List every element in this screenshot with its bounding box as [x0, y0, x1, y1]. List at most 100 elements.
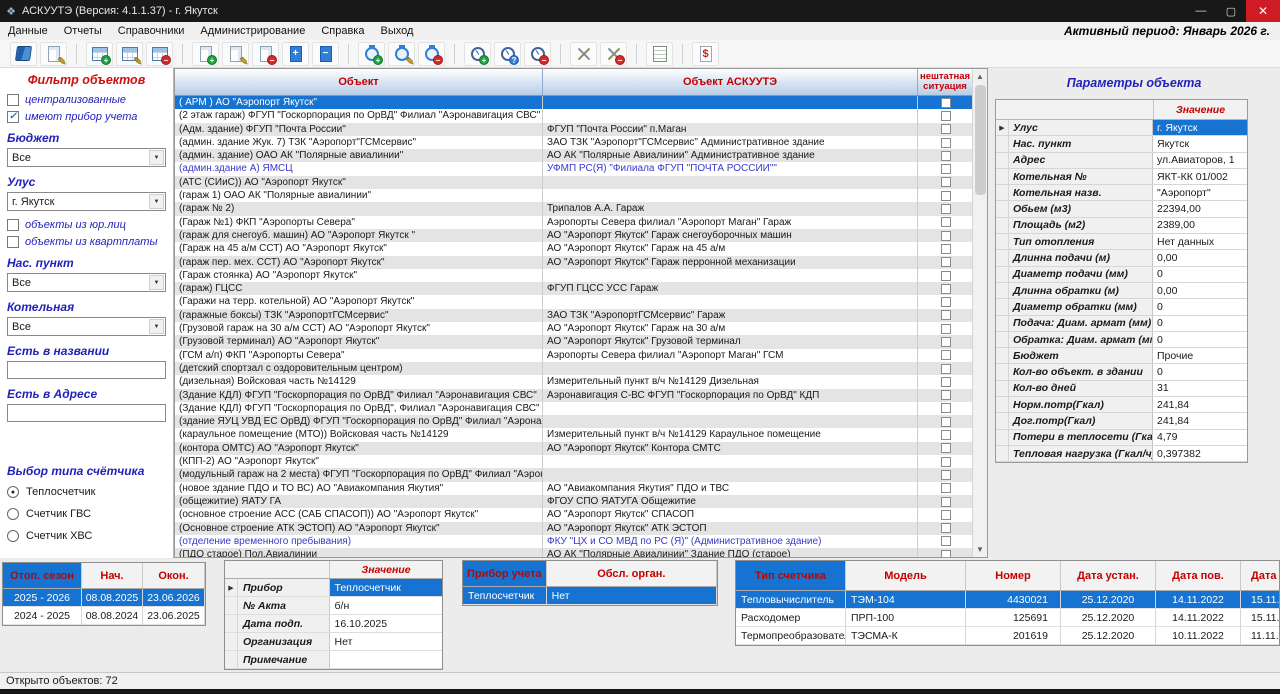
vertical-scrollbar[interactable]: ▲ ▼ — [972, 69, 987, 557]
object-row[interactable]: (гараж № 2)Трипалов А.А. Гараж — [175, 202, 987, 215]
has-meter-checkbox[interactable]: ✓ — [7, 111, 19, 123]
doc-attach-button[interactable]: + — [282, 42, 309, 66]
column-header-model[interactable]: Модель — [846, 561, 966, 590]
radio-heat-meter[interactable]: ● Теплосчетчик — [7, 486, 166, 498]
period-add-button[interactable]: + — [86, 42, 113, 66]
emergency-checkbox[interactable] — [941, 497, 951, 507]
param-value[interactable]: 0,397382 — [1153, 446, 1247, 461]
param-row[interactable]: Тип отопленияНет данных — [996, 234, 1247, 250]
param-row[interactable]: ▶Улусг. Якутск — [996, 120, 1247, 136]
column-header-season[interactable]: Отоп. сезон — [3, 563, 82, 588]
emergency-checkbox[interactable] — [941, 244, 951, 254]
counter-row[interactable]: ТепловычислительТЭМ-104443002125.12.2020… — [736, 591, 1280, 609]
finance-button[interactable]: $ — [692, 42, 719, 66]
emergency-checkbox[interactable] — [941, 324, 951, 334]
object-row[interactable]: (гараж) ГЦССФГУП ГЦСС УСС Гараж — [175, 282, 987, 295]
emergency-checkbox[interactable] — [941, 403, 951, 413]
rent-objects-checkbox-row[interactable]: объекты из квартплаты — [7, 236, 166, 248]
object-row[interactable]: (Здание КДЛ) ФГУП "Госкорпорация по ОрВД… — [175, 402, 987, 415]
menu-item[interactable]: Справка — [313, 23, 372, 39]
param-row[interactable]: Диаметр подачи (мм)0 — [996, 267, 1247, 283]
emergency-checkbox[interactable] — [941, 138, 951, 148]
param-row[interactable]: Потери в теплосети (Гкал)4,79 — [996, 430, 1247, 446]
object-row[interactable]: (детский спортзал с оздоровительным цент… — [175, 362, 987, 375]
param-value[interactable]: 22394,00 — [1153, 201, 1247, 216]
maximize-button[interactable]: ▢ — [1216, 0, 1246, 22]
column-header-start[interactable]: Нач. — [82, 563, 143, 588]
emergency-checkbox[interactable] — [941, 164, 951, 174]
emergency-checkbox[interactable] — [941, 217, 951, 227]
radio-hot-water-meter[interactable]: Счетчик ГВС — [7, 508, 166, 520]
emergency-checkbox[interactable] — [941, 177, 951, 187]
object-row[interactable]: (здание ЯУЦ УВД ЕС ОрВД) ФГУП "Госкорпор… — [175, 415, 987, 428]
name-search-input[interactable] — [7, 361, 166, 379]
object-edit-button[interactable]: ✎ — [222, 42, 249, 66]
rent-objects-checkbox[interactable] — [7, 236, 19, 248]
emergency-checkbox[interactable] — [941, 457, 951, 467]
emergency-checkbox[interactable] — [941, 271, 951, 281]
object-row[interactable]: (новое здание ПДО и ТО ВС) АО "Авиакомпа… — [175, 482, 987, 495]
object-row[interactable]: (админ. здание Жук. 7) ТЗК "Аэропорт"ГСМ… — [175, 136, 987, 149]
radio-icon[interactable]: ● — [7, 486, 19, 498]
object-row[interactable]: (АТС (СИиС)) АО "Аэропорт Якутск" — [175, 176, 987, 189]
object-row[interactable]: (2 этаж гараж) ФГУП "Госкорпорация по Ор… — [175, 109, 987, 122]
menu-item[interactable]: Данные — [0, 23, 56, 39]
device-info-value[interactable]: Теплосчетчик — [330, 579, 442, 596]
radio-icon[interactable] — [7, 508, 19, 520]
column-header-askuute[interactable]: Объект АСКУУТЭ — [543, 69, 918, 95]
emergency-checkbox[interactable] — [941, 550, 951, 557]
close-button[interactable]: ✕ — [1246, 0, 1280, 22]
object-delete-button[interactable]: − — [252, 42, 279, 66]
column-header-verify-date[interactable]: Дата пов. — [1156, 561, 1241, 590]
param-row[interactable]: Кол-во объект. в здании0 — [996, 364, 1247, 380]
object-row[interactable]: (гараж пер. мех. ССТ) АО "Аэропорт Якутс… — [175, 256, 987, 269]
emergency-checkbox[interactable] — [941, 257, 951, 267]
column-header-next-date[interactable]: Дата сл. — [1241, 561, 1280, 590]
param-row[interactable]: Обьем (м3)22394,00 — [996, 201, 1247, 217]
param-value[interactable]: 2389,00 — [1153, 218, 1247, 233]
param-row[interactable]: Кол-во дней31 — [996, 381, 1247, 397]
season-row[interactable]: 2025 - 202608.08.202523.06.2026 — [3, 589, 205, 607]
object-row[interactable]: (Здание КДЛ) ФГУП "Госкорпорация по ОрВД… — [175, 389, 987, 402]
counter-check-button[interactable]: ? — [494, 42, 521, 66]
has-meter-checkbox-row[interactable]: ✓ имеют прибор учета — [7, 111, 166, 123]
emergency-checkbox[interactable] — [941, 337, 951, 347]
emergency-checkbox[interactable] — [941, 417, 951, 427]
object-row[interactable]: (гаражные боксы) ТЗК "АэропортГСМсервис"… — [175, 309, 987, 322]
param-row[interactable]: Адресул.Авиаторов, 1 — [996, 153, 1247, 169]
param-value[interactable]: Якутск — [1153, 136, 1247, 151]
emergency-checkbox[interactable] — [941, 483, 951, 493]
repair-button[interactable] — [570, 42, 597, 66]
column-header-end[interactable]: Окон. — [143, 563, 205, 588]
param-value[interactable]: 0 — [1153, 332, 1247, 347]
object-row[interactable]: (гараж для снегоуб. машин) АО "Аэропорт … — [175, 229, 987, 242]
emergency-checkbox[interactable] — [941, 536, 951, 546]
object-row[interactable]: (Гараж №1) ФКП "Аэропорты Севера"Аэропор… — [175, 216, 987, 229]
param-row[interactable]: Тепловая нагрузка (Гкал/ч)0,397382 — [996, 446, 1247, 462]
emergency-checkbox[interactable] — [941, 510, 951, 520]
scrollbar-thumb[interactable] — [975, 85, 986, 195]
emergency-checkbox[interactable] — [941, 310, 951, 320]
param-value[interactable]: ЯКТ-КК 01/002 — [1153, 169, 1247, 184]
param-row[interactable]: Нас. пунктЯкутск — [996, 136, 1247, 152]
param-value[interactable]: ул.Авиаторов, 1 — [1153, 153, 1247, 168]
scroll-down-icon[interactable]: ▼ — [973, 542, 987, 557]
object-row[interactable]: (дизельная) Войсковая часть №14129Измери… — [175, 375, 987, 388]
object-row[interactable]: (Адм. здание) ФГУП "Почта России"ФГУП "П… — [175, 123, 987, 136]
boiler-select[interactable]: Все ▼ — [7, 317, 166, 336]
device-info-row[interactable]: Примечание — [225, 651, 442, 669]
param-row[interactable]: Длинна подачи (м)0,00 — [996, 250, 1247, 266]
column-header-device[interactable]: Прибор учета — [463, 561, 547, 586]
object-row[interactable]: (КПП-2) АО "Аэропорт Якутск" — [175, 455, 987, 468]
emergency-checkbox[interactable] — [941, 443, 951, 453]
param-value[interactable]: Прочие — [1153, 348, 1247, 363]
device-info-value[interactable]: Нет — [330, 633, 442, 650]
counter-delete-button[interactable]: − — [524, 42, 551, 66]
param-row[interactable]: Диаметр обратки (мм)0 — [996, 299, 1247, 315]
settlement-select[interactable]: Все ▼ — [7, 273, 166, 292]
param-row[interactable]: Котельная №ЯКТ-КК 01/002 — [996, 169, 1247, 185]
object-row[interactable]: (админ. здание) ОАО АК "Полярные авиалин… — [175, 149, 987, 162]
journal-button[interactable] — [10, 42, 37, 66]
season-row[interactable]: 2024 - 202508.08.202423.06.2025 — [3, 607, 205, 625]
chevron-down-icon[interactable]: ▼ — [149, 275, 164, 290]
